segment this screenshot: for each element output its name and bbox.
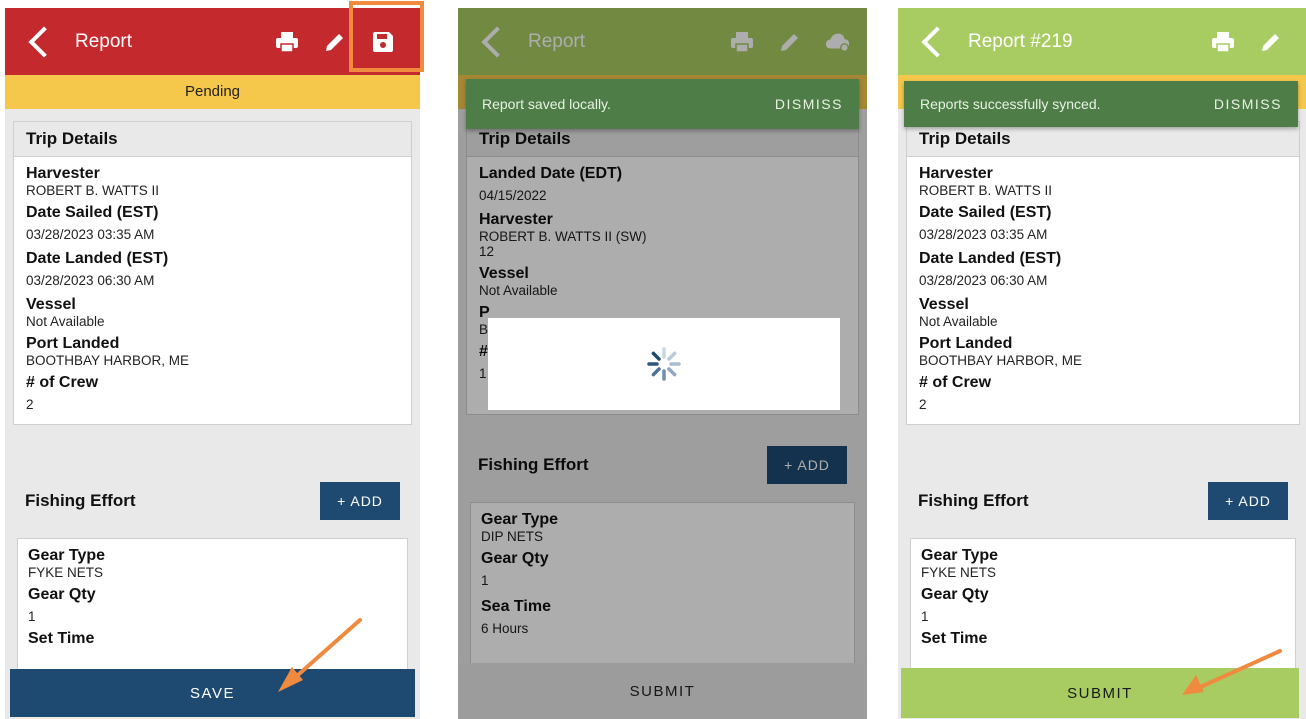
screen-saved-report: Report Pending Trip Details Harvester RO… (5, 8, 420, 719)
loading-dialog (488, 318, 840, 410)
field-label: Gear Qty (28, 586, 96, 603)
toast-message: Reports successfully synced. (920, 96, 1101, 112)
fishing-effort-header: Fishing Effort + ADD (906, 476, 1300, 526)
field-value: 2 (919, 397, 927, 412)
field-label: Gear Type (921, 547, 999, 564)
field-value: 1 (921, 609, 929, 624)
print-icon[interactable] (1210, 29, 1236, 55)
section-title: Fishing Effort (25, 491, 136, 510)
fishing-effort-header: Fishing Effort + ADD (13, 476, 412, 526)
field-value: Not Available (919, 314, 998, 329)
field-label: Gear Type (28, 547, 106, 564)
screen-synced-report: Report #219 Trip Details Harvester ROBER… (898, 8, 1306, 719)
add-effort-button[interactable]: + ADD (1208, 482, 1288, 520)
field-label: # of Crew (919, 374, 992, 391)
field-value: FYKE NETS (921, 565, 997, 580)
field-label: Date Landed (EST) (919, 250, 1062, 267)
toast-saved: Report saved locally. DISMISS (466, 79, 859, 129)
page-title: Report #219 (968, 30, 1073, 52)
field-label: Harvester (26, 165, 100, 182)
pencil-icon[interactable] (1258, 29, 1284, 55)
field-label: Set Time (28, 630, 95, 647)
dismiss-button[interactable]: DISMISS (1214, 96, 1282, 112)
toast-message: Report saved locally. (482, 96, 611, 112)
app-header: Report #219 (898, 8, 1306, 75)
field-value: 03/28/2023 03:35 AM (26, 227, 155, 242)
field-value: BOOTHBAY HARBOR, ME (26, 353, 190, 368)
field-value: FYKE NETS (28, 565, 104, 580)
field-value: 1 (28, 609, 36, 624)
field-value: 03/28/2023 06:30 AM (26, 273, 155, 288)
field-label: Gear Qty (921, 586, 989, 603)
chevron-left-icon[interactable] (921, 25, 953, 58)
page-title: Report (75, 30, 133, 52)
field-label: Date Sailed (EST) (919, 204, 1052, 221)
section-title: Trip Details (14, 122, 411, 157)
field-label: Set Time (921, 630, 988, 647)
save-icon-highlight (349, 1, 424, 72)
screen-saving-report: Report Trip Details Landed Date (EDT) 04… (458, 8, 867, 719)
dismiss-button[interactable]: DISMISS (775, 96, 843, 112)
field-label: Port Landed (919, 335, 1013, 352)
toast-synced: Reports successfully synced. DISMISS (904, 81, 1298, 127)
field-label: Port Landed (26, 335, 120, 352)
field-value: BOOTHBAY HARBOR, ME (919, 353, 1083, 368)
save-button[interactable]: SAVE (10, 669, 415, 717)
field-label: Date Sailed (EST) (26, 204, 159, 221)
field-label: Harvester (919, 165, 993, 182)
print-icon[interactable] (274, 29, 300, 55)
field-value: 03/28/2023 03:35 AM (919, 227, 1048, 242)
field-label: Vessel (26, 296, 76, 313)
trip-details-card: Trip Details Harvester ROBERT B. WATTS I… (906, 121, 1300, 425)
pencil-icon[interactable] (322, 29, 348, 55)
submit-button[interactable]: SUBMIT (901, 668, 1299, 718)
field-value: 03/28/2023 06:30 AM (919, 273, 1048, 288)
spinner-icon (647, 347, 681, 381)
field-value: ROBERT B. WATTS II (26, 183, 160, 198)
field-value: Not Available (26, 314, 105, 329)
add-effort-button[interactable]: + ADD (320, 482, 400, 520)
section-title: Fishing Effort (918, 491, 1029, 510)
field-value: ROBERT B. WATTS II (919, 183, 1053, 198)
status-badge: Pending (5, 75, 420, 109)
field-label: # of Crew (26, 374, 99, 391)
chevron-left-icon[interactable] (28, 25, 60, 58)
field-label: Vessel (919, 296, 969, 313)
section-title: Trip Details (907, 122, 1299, 157)
trip-details-card: Trip Details Harvester ROBERT B. WATTS I… (13, 121, 412, 425)
field-label: Date Landed (EST) (26, 250, 169, 267)
field-value: 2 (26, 397, 34, 412)
